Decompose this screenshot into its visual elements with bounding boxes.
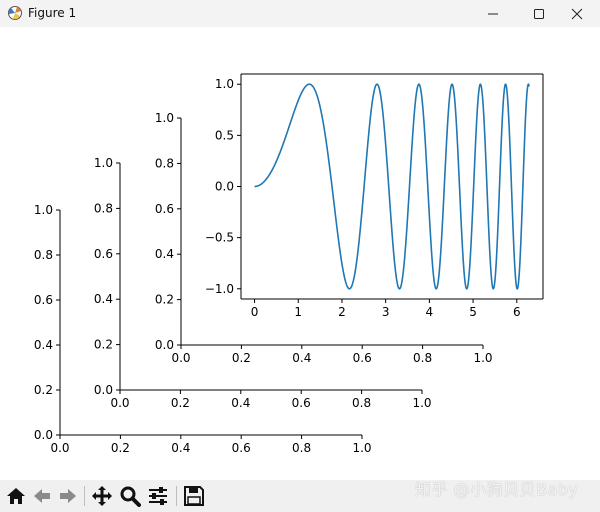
watermark: 知乎 @小狗贝贝Baby [415, 480, 579, 499]
y-tick-label: 0.0 [155, 338, 174, 352]
x-tick-label: 5 [469, 305, 477, 319]
x-tick-label: 6 [513, 305, 521, 319]
minimize-button[interactable] [470, 0, 516, 27]
x-tick-label: 0.8 [413, 351, 432, 365]
x-tick-label: 0.2 [111, 441, 130, 455]
toolbar-separator [176, 486, 177, 506]
figure-canvas[interactable]: 0.0 0.2 0.4 0.6 0.8 1.0 0.0 0.2 0.4 0.6 0.8 1.0 0.0 0… [0, 27, 600, 480]
y-tick-label: 0.6 [34, 293, 53, 307]
x-tick-label: 0.0 [50, 441, 69, 455]
y-tick-label: 0.2 [34, 383, 53, 397]
configure-subplots-icon [149, 487, 167, 505]
x-tick-label: 1.0 [473, 351, 492, 365]
title-bar: Figure 1 [0, 0, 600, 27]
zoom-icon [120, 486, 141, 507]
x-tick-label: 0.0 [171, 351, 190, 365]
y-tick-label: 1.0 [94, 156, 113, 170]
x-tick-label: 0.4 [171, 441, 190, 455]
maximize-icon [534, 8, 544, 19]
pan-icon [92, 486, 112, 506]
save-icon [184, 486, 204, 506]
x-tick-label: 0.6 [292, 396, 311, 410]
zoom-button[interactable] [118, 484, 142, 508]
home-icon [7, 488, 25, 504]
x-tick-label: 0.6 [232, 441, 251, 455]
configure-subplots-button[interactable] [146, 484, 170, 508]
toolbar-separator [84, 486, 85, 506]
y-tick-label: 0.0 [94, 383, 113, 397]
close-icon [571, 8, 583, 19]
forward-icon [60, 489, 76, 503]
y-tick-label: 1.0 [215, 77, 234, 91]
save-button[interactable] [182, 484, 206, 508]
y-tick-label: 0.4 [155, 247, 174, 261]
x-tick-label: 1 [294, 305, 302, 319]
figure-plot-area: 0.0 0.2 0.4 0.6 0.8 1.00.00.20.40.60.81.00.0 0… [34, 73, 544, 455]
y-tick-label: 0.0 [215, 180, 234, 194]
x-tick-label: 0.4 [292, 351, 311, 365]
pan-button[interactable] [90, 484, 114, 508]
y-tick-label: 0.8 [34, 248, 53, 262]
axes-background [241, 74, 543, 299]
y-tick-label: 0.0 [34, 428, 53, 442]
y-tick-label: −0.5 [205, 231, 234, 245]
x-tick-label: 0.2 [232, 351, 251, 365]
y-tick-label: 0.8 [155, 156, 174, 170]
y-tick-label: 0.8 [94, 201, 113, 215]
x-tick-label: 0.8 [292, 441, 311, 455]
close-button[interactable] [554, 0, 600, 27]
minimize-icon [488, 13, 498, 14]
x-tick-label: 0.8 [352, 396, 371, 410]
x-tick-label: 4 [426, 305, 434, 319]
home-button[interactable] [4, 484, 28, 508]
y-tick-label: 0.2 [155, 293, 174, 307]
y-tick-label: 0.6 [94, 247, 113, 261]
x-tick-label: 0.2 [171, 396, 190, 410]
window-title: Figure 1 [28, 6, 77, 20]
x-tick-label: 1.0 [352, 441, 371, 455]
y-tick-label: 0.6 [155, 202, 174, 216]
x-tick-label: 0.6 [353, 351, 372, 365]
y-tick-label: 1.0 [34, 203, 53, 217]
x-tick-label: 0 [251, 305, 259, 319]
back-button[interactable] [30, 484, 54, 508]
matplotlib-icon [8, 6, 22, 20]
back-icon [34, 489, 50, 503]
x-tick-label: 0.0 [110, 396, 129, 410]
y-tick-label: 0.2 [94, 338, 113, 352]
y-tick-label: 0.4 [94, 292, 113, 306]
forward-button[interactable] [56, 484, 80, 508]
y-tick-label: 0.5 [215, 128, 234, 142]
y-tick-label: 1.0 [155, 111, 174, 125]
x-tick-label: 1.0 [412, 396, 431, 410]
x-tick-label: 0.4 [231, 396, 250, 410]
x-tick-label: 2 [338, 305, 346, 319]
y-tick-label: 0.4 [34, 338, 53, 352]
y-tick-label: −1.0 [205, 282, 234, 296]
x-tick-label: 3 [382, 305, 390, 319]
